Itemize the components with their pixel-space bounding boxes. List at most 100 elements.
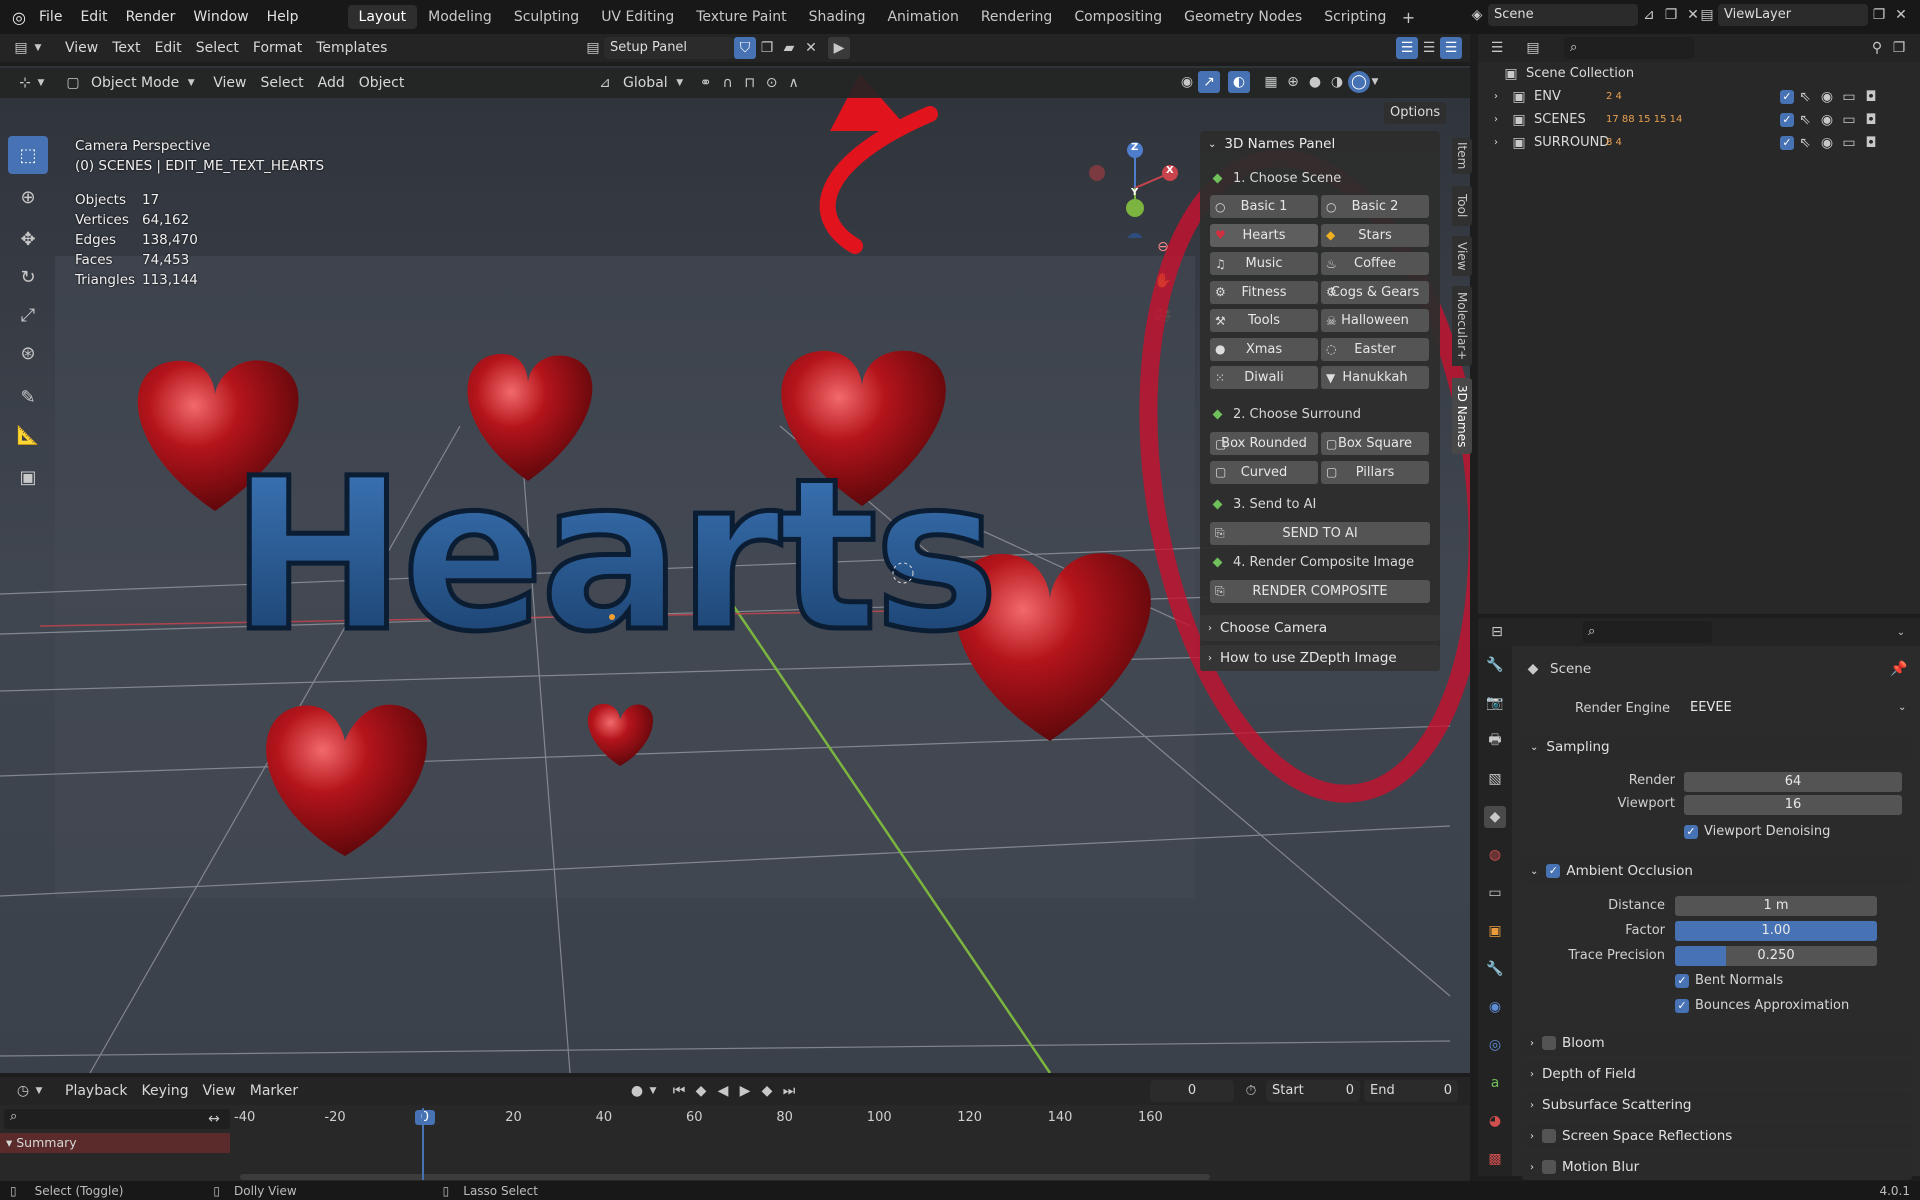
viewport-samples-field[interactable]: 16 xyxy=(1684,795,1902,815)
viewport-menu-object[interactable]: Object xyxy=(352,71,412,95)
pin-icon[interactable]: ⊿ xyxy=(1638,4,1660,26)
selectable-arrow-icon[interactable]: ⇖ xyxy=(1794,109,1816,131)
checkbox-unchecked-icon[interactable] xyxy=(1542,1129,1556,1143)
panel-header[interactable]: ⌄ 3D Names Panel xyxy=(1200,131,1440,157)
scene-button-coffee[interactable]: ♨ Coffee xyxy=(1321,252,1429,275)
ao-factor-slider[interactable]: 1.00 xyxy=(1675,921,1877,941)
surround-button-box-square[interactable]: ▢ Box Square xyxy=(1321,432,1429,455)
viewport-menu-view[interactable]: View xyxy=(206,71,253,95)
tool-tab-icon[interactable]: 🔧 xyxy=(1484,654,1506,676)
tab-texture-paint[interactable]: Texture Paint xyxy=(685,5,797,29)
word-wrap-icon[interactable]: ☰ xyxy=(1418,37,1440,59)
scene-button-basic-1[interactable]: ○ Basic 1 xyxy=(1210,195,1318,218)
timeline-menu-view[interactable]: View xyxy=(196,1079,243,1103)
measure-tool-icon[interactable]: 📐 xyxy=(8,416,48,454)
text-file-field[interactable]: Setup Panel xyxy=(604,37,734,59)
outliner-item-env[interactable]: › ▣ ENV 2 4 ✓ ⇖ ◉ ▭ ◘ xyxy=(1478,85,1886,108)
text-menu-format[interactable]: Format xyxy=(246,36,309,60)
delete-viewlayer-icon[interactable]: ✕ xyxy=(1890,4,1912,26)
modifier-tab-icon[interactable]: 🔧 xyxy=(1484,958,1506,980)
filter-icon[interactable]: ⚲ xyxy=(1866,37,1888,59)
text-menu-text[interactable]: Text xyxy=(105,36,147,60)
texture-tab-icon[interactable]: ▩ xyxy=(1484,1148,1506,1170)
duplicate-icon[interactable]: ❐ xyxy=(756,37,778,59)
playhead-line[interactable] xyxy=(422,1108,424,1180)
output-tab-icon[interactable]: 🖶 xyxy=(1484,730,1506,752)
select-box-tool-icon[interactable]: ⬚ xyxy=(8,136,48,174)
add-workspace-icon[interactable]: + xyxy=(1397,6,1419,28)
jump-end-icon[interactable]: ⏭ xyxy=(778,1080,800,1102)
viewlayer-selector[interactable]: ▤ ViewLayer ❐ ✕ xyxy=(1696,4,1912,26)
camera-render-icon[interactable]: ◘ xyxy=(1860,109,1882,131)
bounces-approx-checkbox[interactable]: ✓ Bounces Approximation xyxy=(1675,998,1849,1013)
tab-uv-editing[interactable]: UV Editing xyxy=(590,5,685,29)
move-tool-icon[interactable]: ✥ xyxy=(8,220,48,258)
surround-button-curved[interactable]: ▢ Curved xyxy=(1210,460,1318,484)
scene-button-hanukkah[interactable]: ▼ Hanukkah xyxy=(1321,366,1429,389)
viewport-menu-select[interactable]: Select xyxy=(253,71,310,95)
particles-tab-icon[interactable]: ◉ xyxy=(1484,996,1506,1018)
exclude-checkbox-icon[interactable]: ✓ xyxy=(1780,89,1794,104)
tab-modeling[interactable]: Modeling xyxy=(417,5,503,29)
choose-camera-subpanel[interactable]: › Choose Camera xyxy=(1200,615,1440,641)
transform-orientation[interactable]: ⊿ Global ▼ ⚭ ∩ ⊓ ⊙ ∧ xyxy=(594,71,805,95)
collection-tab-icon[interactable]: ▭ xyxy=(1484,882,1506,904)
falloff-icon[interactable]: ∧ xyxy=(783,72,805,94)
jump-start-icon[interactable]: ⏮ xyxy=(668,1080,690,1102)
summary-channel[interactable]: ▾ Summary xyxy=(0,1133,230,1153)
transform-tool-icon[interactable]: ⊛ xyxy=(8,334,48,372)
viewport-denoising-checkbox[interactable]: ✓ Viewport Denoising xyxy=(1684,824,1830,839)
object-tab-icon[interactable]: ▣ xyxy=(1484,920,1506,942)
scene-button-tools[interactable]: ⚒ Tools xyxy=(1210,309,1318,332)
tab-sculpting[interactable]: Sculpting xyxy=(503,5,590,29)
text-file-selector[interactable]: ▤ Setup Panel ⛉ ❐ ▰ ✕ ▶ xyxy=(582,37,850,59)
checkbox-unchecked-icon[interactable] xyxy=(1542,1160,1556,1174)
tab-tool[interactable]: Tool xyxy=(1452,186,1472,226)
text-menu-view[interactable]: View xyxy=(58,36,105,60)
chevron-down-icon[interactable]: ⌄ xyxy=(1890,621,1912,643)
editor-type-icon[interactable]: ☰ xyxy=(1486,37,1508,59)
proportional-edit-icon[interactable]: ⊙ xyxy=(761,72,783,94)
text-browse-icon[interactable]: ▤ xyxy=(582,37,604,59)
tab-molecular[interactable]: Molecular+ xyxy=(1452,286,1472,366)
scene-selector[interactable]: ◈ Scene ⊿ ❐ ✕ xyxy=(1466,4,1704,26)
render-tab-icon[interactable]: 📷 xyxy=(1484,692,1506,714)
checkbox-unchecked-icon[interactable] xyxy=(1542,1036,1556,1050)
selectable-arrow-icon[interactable]: ⇖ xyxy=(1794,132,1816,154)
wireframe-shading-icon[interactable]: ⊕ xyxy=(1282,71,1304,93)
scene-field[interactable]: Scene xyxy=(1488,4,1638,26)
new-collection-icon[interactable]: ❐ xyxy=(1888,37,1910,59)
physics-tab-icon[interactable]: ◎ xyxy=(1484,1034,1506,1056)
monitor-icon[interactable]: ▭ xyxy=(1838,132,1860,154)
scene-button-cogs-gears[interactable]: ⚙ Cogs & Gears xyxy=(1321,280,1429,304)
xray-icon[interactable]: ▦ xyxy=(1260,71,1282,93)
tab-animation[interactable]: Animation xyxy=(876,5,969,29)
tab-layout[interactable]: Layout xyxy=(347,5,418,29)
syntax-highlight-icon[interactable]: ☰ xyxy=(1440,37,1462,59)
new-viewlayer-icon[interactable]: ❐ xyxy=(1868,4,1890,26)
editor-type-icon[interactable]: ▤ xyxy=(10,37,32,59)
unlink-icon[interactable]: ✕ xyxy=(800,37,822,59)
play-icon[interactable]: ▶ xyxy=(734,1080,756,1102)
surround-button-pillars[interactable]: ▢ Pillars xyxy=(1321,460,1429,484)
ambient-occlusion-section[interactable]: ⌄ ✓ Ambient Occlusion xyxy=(1522,858,1912,884)
section-subsurface-scattering[interactable]: › Subsurface Scattering xyxy=(1522,1092,1912,1118)
expand-icon[interactable]: ↔ xyxy=(203,1108,225,1130)
scene-collection-row[interactable]: ▣ Scene Collection xyxy=(1478,62,1886,85)
tab-geometry-nodes[interactable]: Geometry Nodes xyxy=(1173,5,1313,29)
exclude-checkbox-icon[interactable]: ✓ xyxy=(1780,135,1794,150)
stopwatch-icon[interactable]: ⏱ xyxy=(1240,1080,1262,1102)
snap-target-icon[interactable]: ⊓ xyxy=(739,72,761,94)
pin-icon[interactable]: 📌 xyxy=(1888,658,1910,680)
timeline-search[interactable]: ⌕ xyxy=(4,1109,230,1129)
pivot-point-icon[interactable]: ⚭ xyxy=(695,72,717,94)
tab-compositing[interactable]: Compositing xyxy=(1063,5,1173,29)
eye-icon[interactable]: ◉ xyxy=(1816,109,1838,131)
section-motion-blur[interactable]: › Motion Blur xyxy=(1522,1154,1912,1180)
monitor-icon[interactable]: ▭ xyxy=(1838,86,1860,108)
data-tab-icon[interactable]: a xyxy=(1484,1072,1506,1094)
chevron-right-icon[interactable]: › xyxy=(1494,91,1508,102)
solid-shading-icon[interactable]: ● xyxy=(1304,71,1326,93)
record-icon[interactable]: ● xyxy=(626,1080,648,1102)
display-mode-icon[interactable]: ▤ xyxy=(1522,37,1544,59)
